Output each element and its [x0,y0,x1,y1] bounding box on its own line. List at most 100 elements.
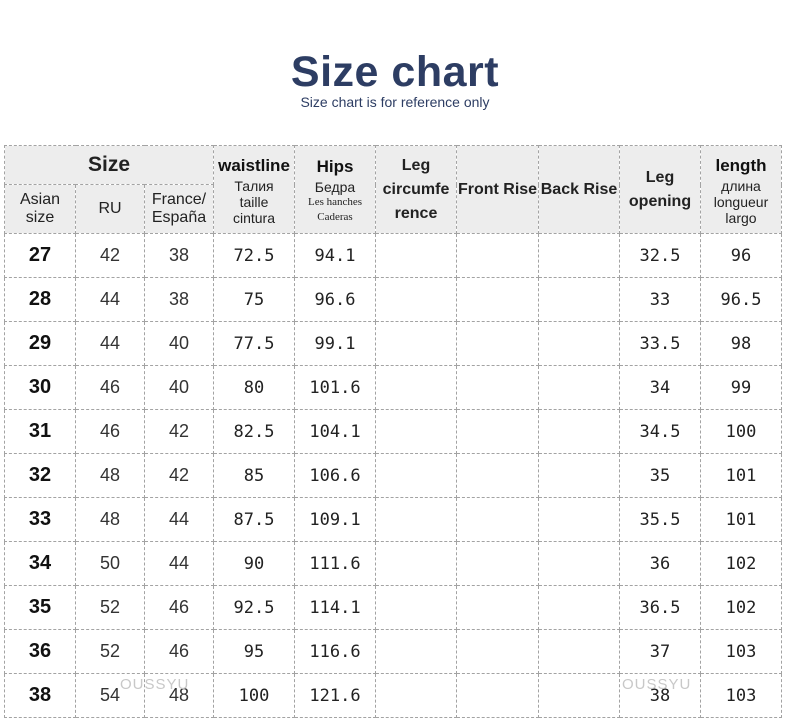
cell-length: 96 [700,233,782,278]
cell-leg-circumference [375,321,457,366]
cell-france-espana: 38 [144,277,214,322]
cell-front-rise [456,321,539,366]
cell-leg-circumference [375,277,457,322]
cell-back-rise [538,497,620,542]
cell-ru: 44 [75,321,145,366]
cell-leg-opening: 33 [619,277,701,322]
cell-hips: 114.1 [294,585,376,630]
cell-asian-size: 38 [4,673,76,718]
table-row: 33 48 44 87.5 109.1 35.5 101 [4,497,782,542]
cell-hips: 106.6 [294,453,376,498]
cell-length: 100 [700,409,782,454]
cell-leg-opening: 33.5 [619,321,701,366]
table-row: 36 52 46 95 116.6 37 103 [4,629,782,674]
cell-hips: 94.1 [294,233,376,278]
header-waistline-en: waistline [218,155,290,175]
cell-ru: 50 [75,541,145,586]
header-row-top: Size waistline Талия taille cintura Hips… [4,145,782,234]
header-length-ru: длина [721,177,761,194]
cell-hips: 99.1 [294,321,376,366]
cell-leg-circumference [375,585,457,630]
header-asian-size: Asian size [4,184,76,234]
cell-back-rise [538,585,620,630]
cell-leg-opening: 37 [619,629,701,674]
cell-back-rise [538,321,620,366]
cell-asian-size: 28 [4,277,76,322]
cell-leg-opening: 35 [619,453,701,498]
cell-back-rise [538,541,620,586]
cell-leg-circumference [375,365,457,410]
cell-front-rise [456,585,539,630]
cell-front-rise [456,497,539,542]
cell-length: 102 [700,585,782,630]
cell-ru: 52 [75,585,145,630]
cell-length: 96.5 [700,277,782,322]
header-waistline-fr: taille [239,193,269,210]
cell-ru: 42 [75,233,145,278]
cell-front-rise [456,365,539,410]
cell-waistline: 75 [213,277,295,322]
cell-france-espana: 44 [144,497,214,542]
cell-back-rise [538,277,620,322]
cell-waistline: 72.5 [213,233,295,278]
header-front-rise: Front Rise [456,145,539,234]
cell-waistline: 100 [213,673,295,718]
table-row: 30 46 40 80 101.6 34 99 [4,365,782,410]
cell-leg-opening: 35.5 [619,497,701,542]
header-length-en: length [715,155,767,175]
cell-front-rise [456,453,539,498]
table-row: 31 46 42 82.5 104.1 34.5 100 [4,409,782,454]
page-subtitle: Size chart is for reference only [300,94,490,110]
cell-back-rise [538,365,620,410]
cell-length: 98 [700,321,782,366]
header-waistline-es: cintura [232,209,276,226]
cell-back-rise [538,673,620,718]
cell-hips: 104.1 [294,409,376,454]
cell-waistline: 87.5 [213,497,295,542]
cell-length: 101 [700,453,782,498]
cell-leg-opening: 32.5 [619,233,701,278]
cell-france-espana: 44 [144,541,214,586]
cell-leg-circumference [375,497,457,542]
cell-leg-circumference [375,233,457,278]
cell-hips: 109.1 [294,497,376,542]
header-france-espana: France/ España [144,184,214,234]
cell-waistline: 90 [213,541,295,586]
cell-ru: 48 [75,453,145,498]
cell-back-rise [538,233,620,278]
header-waistline-ru: Талия [234,177,274,194]
table-body: 27 42 38 72.5 94.1 32.5 96 28 44 38 75 96.6 33 96.5 29… [4,233,782,718]
cell-france-espana: 42 [144,409,214,454]
cell-france-espana: 38 [144,233,214,278]
header-hips-en: Hips [316,156,354,176]
cell-ru: 46 [75,365,145,410]
cell-front-rise [456,233,539,278]
cell-france-espana: 46 [144,629,214,674]
cell-back-rise [538,629,620,674]
cell-back-rise [538,453,620,498]
cell-waistline: 80 [213,365,295,410]
cell-france-espana: 40 [144,321,214,366]
cell-asian-size: 34 [4,541,76,586]
header-length: length длина longueur largo [700,145,782,234]
cell-waistline: 95 [213,629,295,674]
cell-length: 102 [700,541,782,586]
header-back-rise: Back Rise [538,145,620,234]
cell-leg-opening: 34.5 [619,409,701,454]
cell-leg-circumference [375,541,457,586]
cell-waistline: 82.5 [213,409,295,454]
cell-hips: 116.6 [294,629,376,674]
cell-waistline: 85 [213,453,295,498]
cell-hips: 101.6 [294,365,376,410]
cell-france-espana: 40 [144,365,214,410]
cell-asian-size: 33 [4,497,76,542]
header-ru: RU [75,184,145,234]
cell-ru: 46 [75,409,145,454]
header-waistline: waistline Талия taille cintura [213,145,295,234]
cell-front-rise [456,629,539,674]
cell-asian-size: 29 [4,321,76,366]
cell-asian-size: 35 [4,585,76,630]
cell-length: 103 [700,673,782,718]
cell-leg-circumference [375,453,457,498]
cell-ru: 48 [75,497,145,542]
